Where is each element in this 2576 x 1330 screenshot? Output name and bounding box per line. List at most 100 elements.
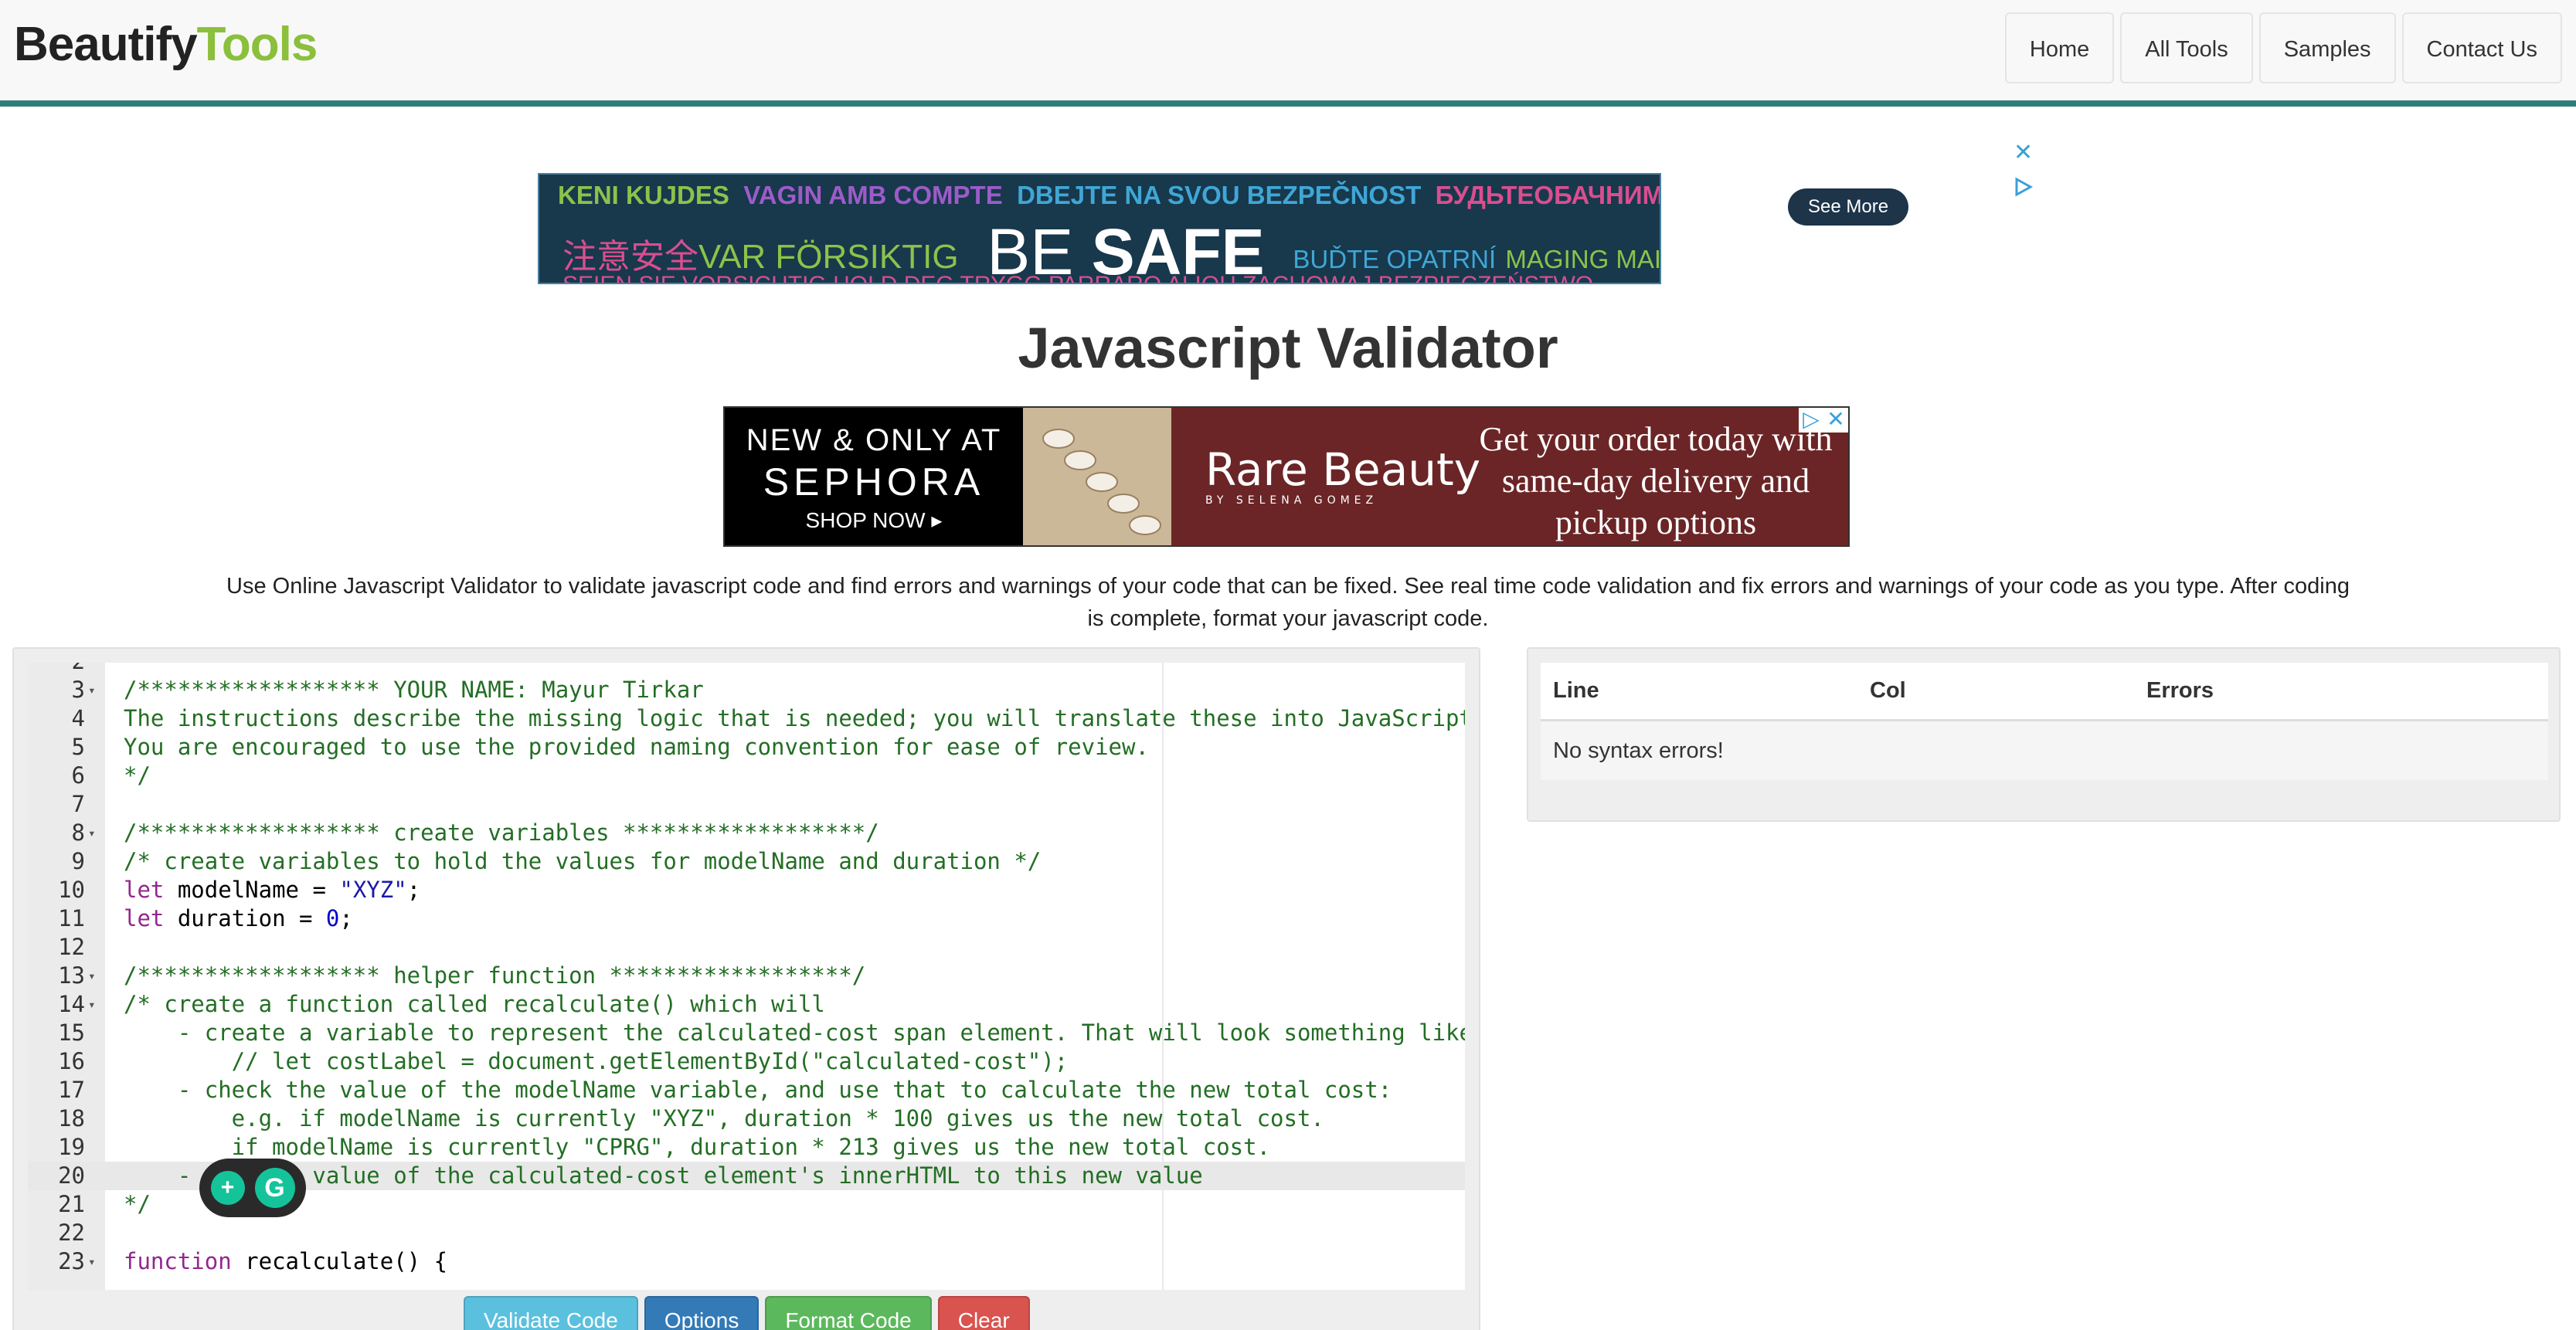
ad-text: BUĎTE OPATRNÍ (1293, 245, 1497, 273)
ad-text: DBEJTE NA SVOU BEZPEČNOST (1017, 181, 1422, 209)
ad-controls: ▷ ✕ (1799, 408, 1848, 433)
ad-text: VAGIN AMB COMPTE (743, 181, 1003, 209)
code-token: The instructions describe the missing lo… (124, 705, 1465, 731)
code-token: modelName = (164, 877, 340, 903)
code-line: 18 e.g. if modelName is currently "XYZ",… (28, 1104, 1465, 1133)
code-text: e.g. if modelName is currently "XYZ", du… (124, 1104, 1324, 1133)
code-text: // let costLabel = document.getElementBy… (124, 1047, 1069, 1076)
nav-home[interactable]: Home (2004, 12, 2115, 83)
code-line: 5 You are encouraged to use the provided … (28, 733, 1465, 762)
code-line: 15 - create a variable to represent the … (28, 1019, 1465, 1047)
navbar: BeautifyTools Home All Tools Samples Con… (0, 0, 2576, 107)
code-token: */ (124, 762, 151, 789)
nav-contact-us[interactable]: Contact Us (2401, 12, 2562, 83)
fold-arrow-icon[interactable]: ▾ (88, 1247, 100, 1276)
code-token: /****************** YOUR NAME: Mayur Tir… (124, 677, 704, 703)
code-token: e.g. if modelName is currently "XYZ", du… (124, 1105, 1324, 1132)
line-number: 18 (58, 1105, 85, 1132)
fold-arrow-icon[interactable]: ▾ (88, 819, 100, 847)
results-message: No syntax errors! (1541, 721, 2548, 780)
ad-close-icon[interactable]: ✕ (1823, 408, 1848, 433)
line-number: 23 (58, 1248, 85, 1274)
lightbulb-icon[interactable]: + (210, 1171, 245, 1205)
code-line: 8 ▾ /****************** create variables *… (28, 819, 1465, 847)
code-text: */ (124, 762, 151, 790)
line-number: 6 (71, 762, 85, 789)
ad-banner-be-safe[interactable]: KENI KUJDES VAGIN AMB COMPTE DBEJTE NA S… (538, 173, 1661, 284)
line-number: 4 (71, 705, 85, 731)
ad-tagline: Get your order today with same-day deliv… (1479, 420, 1833, 541)
editor-panel: 23▾/****************** YOUR NAME: Mayur … (12, 647, 1480, 1330)
fold-arrow-icon[interactable]: ▾ (88, 990, 100, 1019)
ad-sephora-line1: NEW & ONLY AT (746, 423, 1002, 457)
code-text: /* create a function called recalculate(… (124, 990, 825, 1019)
line-number: 11 (58, 905, 85, 931)
code-text: /****************** YOUR NAME: Mayur Tir… (124, 676, 704, 704)
line-number: 22 (58, 1220, 85, 1246)
code-line: 23 ▾ function recalculate() { (28, 1247, 1465, 1276)
logo-text-beautify: Beautify (14, 18, 198, 71)
ad-brand-sub: BY SELENA GOMEZ (1205, 494, 1378, 507)
line-number: 13 (58, 962, 85, 989)
validate-code-button[interactable]: Validate Code (464, 1296, 638, 1330)
ad-row-1: KENI KUJDES VAGIN AMB COMPTE DBEJTE NA S… (558, 181, 1661, 210)
code-text: */ (124, 1190, 151, 1219)
line-number: 16 (58, 1048, 85, 1074)
line-number: 20 (58, 1162, 85, 1189)
code-text: /****************** create variables ***… (124, 819, 879, 847)
code-text: You are encouraged to use the provided n… (124, 733, 1149, 762)
code-token: - check the value of the modelName varia… (124, 1077, 1392, 1103)
ad-row-3: SEIEN SIE VORSICHTIG HOLD DEG TRYGG PARR… (562, 272, 1593, 283)
code-token: /* create a function called recalculate(… (124, 991, 825, 1017)
page-title: Javascript Validator (1018, 316, 1558, 380)
col-errors: Errors (2146, 678, 2214, 703)
ad-brand-text: Rare Beauty (1205, 443, 1481, 496)
code-token: /****************** helper function ****… (124, 962, 866, 989)
code-text: let modelName = "XYZ"; (124, 876, 420, 904)
line-number: 5 (71, 734, 85, 760)
line-number: 7 (71, 791, 85, 817)
ad-text: БУДЬТЕОБАЧНИМИ (1435, 181, 1661, 209)
ad-choices-icon[interactable] (2012, 176, 2034, 198)
ad-choices-icon[interactable]: ▷ (1799, 408, 1823, 433)
site-logo[interactable]: BeautifyTools (14, 17, 318, 72)
ad-brand-name: Rare Beauty BY SELENA GOMEZ (1205, 443, 1480, 507)
code-line: 13 ▾ /****************** helper function *… (28, 962, 1465, 990)
code-line: 9 /* create variables to hold the values … (28, 847, 1465, 876)
see-more-button[interactable]: See More (1788, 188, 1909, 226)
code-text: The instructions describe the missing lo… (124, 704, 1465, 733)
code-token: ; (406, 877, 421, 903)
code-text: if modelName is currently "CPRG", durati… (124, 1133, 1270, 1162)
code-token: ; (339, 905, 353, 931)
fold-arrow-icon[interactable]: ▾ (88, 676, 100, 704)
code-token: recalculate() { (231, 1248, 448, 1274)
code-token: - create a variable to represent the cal… (124, 1020, 1465, 1046)
ad-product-image (1023, 408, 1171, 545)
grammarly-widget[interactable]: + G (199, 1159, 306, 1217)
code-line: 22 (28, 1219, 1465, 1247)
nav-samples[interactable]: Samples (2258, 12, 2396, 83)
logo-text-tools: Tools (196, 18, 318, 71)
options-button[interactable]: Options (644, 1296, 760, 1330)
code-line: 12 (28, 933, 1465, 962)
code-text: function recalculate() { (124, 1247, 447, 1276)
format-code-button[interactable]: Format Code (765, 1296, 932, 1330)
code-token: You are encouraged to use the provided n… (124, 734, 1149, 760)
fold-arrow-icon[interactable]: ▾ (88, 962, 100, 990)
line-number: 17 (58, 1077, 85, 1103)
grammarly-icon[interactable]: G (254, 1168, 295, 1208)
code-line: 11 let duration = 0; (28, 904, 1465, 933)
code-line: 16 // let costLabel = document.getElemen… (28, 1047, 1465, 1076)
code-token: /****************** create variables ***… (124, 819, 879, 846)
code-token: if modelName is currently "CPRG", durati… (124, 1134, 1271, 1160)
clear-button[interactable]: Clear (937, 1296, 1030, 1330)
code-line: 6 */ (28, 762, 1465, 790)
nav-all-tools[interactable]: All Tools (2120, 12, 2253, 83)
tool-description: Use Online Javascript Validator to valid… (226, 574, 2350, 631)
code-text: /* create variables to hold the values f… (124, 847, 1041, 876)
ad-banner-sephora[interactable]: NEW & ONLY AT SEPHORA SHOP NOW ▸ Rare Be… (723, 406, 1850, 547)
code-line: 17 - check the value of the modelName va… (28, 1076, 1465, 1104)
ad-close-icon[interactable]: ✕ (2014, 141, 2033, 165)
code-line: 3 ▾ /****************** YOUR NAME: Mayur T… (28, 676, 1465, 704)
line-number: 3 (71, 677, 85, 703)
